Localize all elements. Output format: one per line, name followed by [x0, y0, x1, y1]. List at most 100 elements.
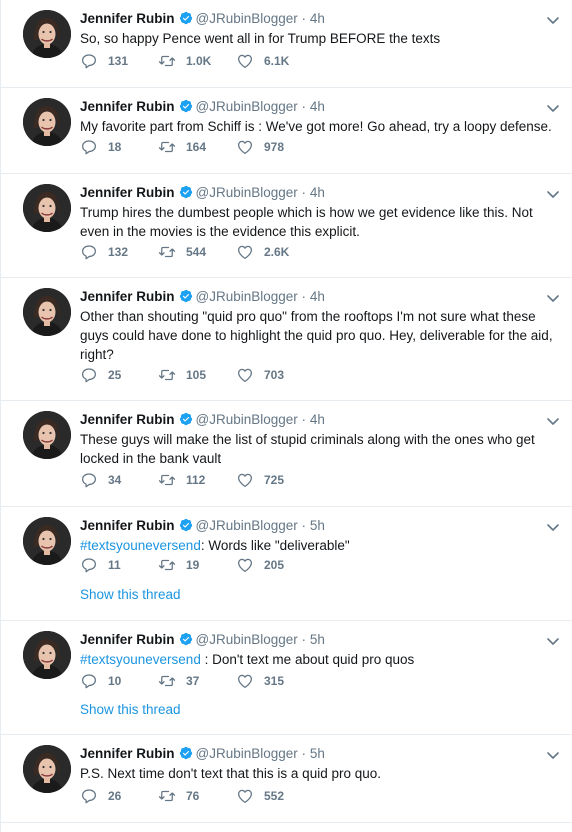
tweet-text: My favorite part from Schiff is : We've … — [80, 117, 557, 136]
like-count: 315 — [264, 674, 285, 688]
hashtag-link[interactable]: #textsyouneversend — [80, 652, 201, 667]
reply-button[interactable]: 11 — [80, 556, 158, 574]
retweet-button[interactable]: 76 — [158, 787, 236, 805]
avatar[interactable] — [23, 98, 71, 146]
like-button[interactable]: 2.6K — [236, 243, 314, 261]
author-name[interactable]: Jennifer Rubin — [80, 185, 175, 200]
reply-button[interactable]: 34 — [80, 471, 158, 489]
tweet-timestamp[interactable]: 4h — [310, 412, 325, 427]
author-name[interactable]: Jennifer Rubin — [80, 746, 175, 761]
retweet-count: 105 — [186, 368, 207, 382]
reply-icon — [80, 138, 108, 156]
chevron-down-icon[interactable] — [545, 747, 561, 763]
separator-dot: · — [301, 289, 307, 304]
author-name[interactable]: Jennifer Rubin — [80, 412, 175, 427]
author-handle[interactable]: @JRubinBlogger — [196, 185, 298, 200]
separator-dot: · — [301, 99, 307, 114]
author-handle[interactable]: @JRubinBlogger — [196, 99, 298, 114]
tweet-timestamp[interactable]: 4h — [310, 185, 325, 200]
like-button[interactable]: 205 — [236, 556, 314, 574]
reply-button[interactable]: 131 — [80, 52, 158, 70]
show-thread-link[interactable]: Show this thread — [80, 702, 181, 717]
like-count: 725 — [264, 473, 285, 487]
chevron-down-icon[interactable] — [545, 12, 561, 28]
avatar[interactable] — [23, 745, 71, 793]
tweet-timestamp[interactable]: 5h — [310, 632, 325, 647]
hashtag-link[interactable]: #textsyouneversend — [80, 538, 201, 553]
reply-icon — [80, 556, 108, 574]
tweet-timestamp[interactable]: 5h — [310, 746, 325, 761]
like-button[interactable]: 6.1K — [236, 52, 314, 70]
tweet[interactable]: Jennifer Rubin @JRubinBlogger · 5h #texts… — [1, 621, 572, 735]
avatar[interactable] — [23, 631, 71, 679]
tweet[interactable]: Jennifer Rubin @JRubinBlogger · 5h #texts… — [1, 507, 572, 621]
tweet-header: Jennifer Rubin @JRubinBlogger · 5h — [80, 630, 533, 650]
chevron-down-icon[interactable] — [545, 633, 561, 649]
tweet-header: Jennifer Rubin @JRubinBlogger · 5h — [80, 744, 533, 764]
author-handle[interactable]: @JRubinBlogger — [196, 518, 298, 533]
reply-button[interactable]: 26 — [80, 787, 158, 805]
reply-count: 34 — [108, 473, 122, 487]
author-name[interactable]: Jennifer Rubin — [80, 289, 175, 304]
avatar[interactable] — [23, 184, 71, 232]
verified-badge-icon — [179, 518, 193, 532]
verified-badge-icon — [179, 632, 193, 646]
author-handle[interactable]: @JRubinBlogger — [196, 412, 298, 427]
reply-icon — [80, 471, 108, 489]
author-name[interactable]: Jennifer Rubin — [80, 632, 175, 647]
tweet[interactable]: Jennifer Rubin @JRubinBlogger · 4h Trump … — [1, 174, 572, 278]
author-name[interactable]: Jennifer Rubin — [80, 518, 175, 533]
tweet[interactable]: Jennifer Rubin @JRubinBlogger · 4h These … — [1, 401, 572, 507]
tweet[interactable]: Jennifer Rubin @JRubinBlogger · 4h My fav… — [1, 88, 572, 174]
avatar[interactable] — [23, 10, 71, 58]
retweet-button[interactable]: 112 — [158, 471, 236, 489]
chevron-down-icon[interactable] — [545, 519, 561, 535]
retweet-icon — [158, 366, 186, 384]
author-name[interactable]: Jennifer Rubin — [80, 11, 175, 26]
retweet-button[interactable]: 37 — [158, 672, 236, 690]
retweet-button[interactable]: 105 — [158, 366, 236, 384]
author-handle[interactable]: @JRubinBlogger — [196, 289, 298, 304]
chevron-down-icon[interactable] — [545, 186, 561, 202]
like-button[interactable]: 703 — [236, 366, 314, 384]
tweet[interactable]: Jennifer Rubin @JRubinBlogger · 4h Other … — [1, 278, 572, 401]
retweet-button[interactable]: 19 — [158, 556, 236, 574]
reply-button[interactable]: 25 — [80, 366, 158, 384]
tweet-actions: 26 76 552 — [80, 786, 314, 806]
reply-count: 25 — [108, 368, 122, 382]
tweet[interactable]: Jennifer Rubin @JRubinBlogger · 4h So, so… — [1, 0, 572, 88]
tweet[interactable]: Jennifer Rubin @JRubinBlogger · 5h P.S. N… — [1, 735, 572, 823]
reply-button[interactable]: 10 — [80, 672, 158, 690]
heart-icon — [236, 243, 264, 261]
reply-button[interactable]: 18 — [80, 138, 158, 156]
show-thread-link[interactable]: Show this thread — [80, 587, 181, 602]
like-count: 6.1K — [264, 54, 290, 68]
tweet-timestamp[interactable]: 4h — [310, 99, 325, 114]
retweet-button[interactable]: 544 — [158, 243, 236, 261]
tweet-timestamp[interactable]: 4h — [310, 289, 325, 304]
reply-count: 131 — [108, 54, 129, 68]
like-button[interactable]: 978 — [236, 138, 314, 156]
avatar[interactable] — [23, 288, 71, 336]
avatar[interactable] — [23, 517, 71, 565]
retweet-button[interactable]: 1.0K — [158, 52, 236, 70]
author-handle[interactable]: @JRubinBlogger — [196, 746, 298, 761]
tweet-timestamp[interactable]: 4h — [310, 11, 325, 26]
retweet-button[interactable]: 164 — [158, 138, 236, 156]
chevron-down-icon[interactable] — [545, 290, 561, 306]
tweet-text-rest: : Words like "deliverable" — [200, 538, 350, 553]
author-name[interactable]: Jennifer Rubin — [80, 99, 175, 114]
author-handle[interactable]: @JRubinBlogger — [196, 632, 298, 647]
verified-badge-icon — [179, 746, 193, 760]
like-button[interactable]: 552 — [236, 787, 314, 805]
chevron-down-icon[interactable] — [545, 413, 561, 429]
separator-dot: · — [301, 185, 307, 200]
chevron-down-icon[interactable] — [545, 100, 561, 116]
reply-button[interactable]: 132 — [80, 243, 158, 261]
retweet-count: 1.0K — [186, 54, 212, 68]
like-button[interactable]: 315 — [236, 672, 314, 690]
like-button[interactable]: 725 — [236, 471, 314, 489]
author-handle[interactable]: @JRubinBlogger — [196, 11, 298, 26]
tweet-timestamp[interactable]: 5h — [310, 518, 325, 533]
avatar[interactable] — [23, 411, 71, 459]
